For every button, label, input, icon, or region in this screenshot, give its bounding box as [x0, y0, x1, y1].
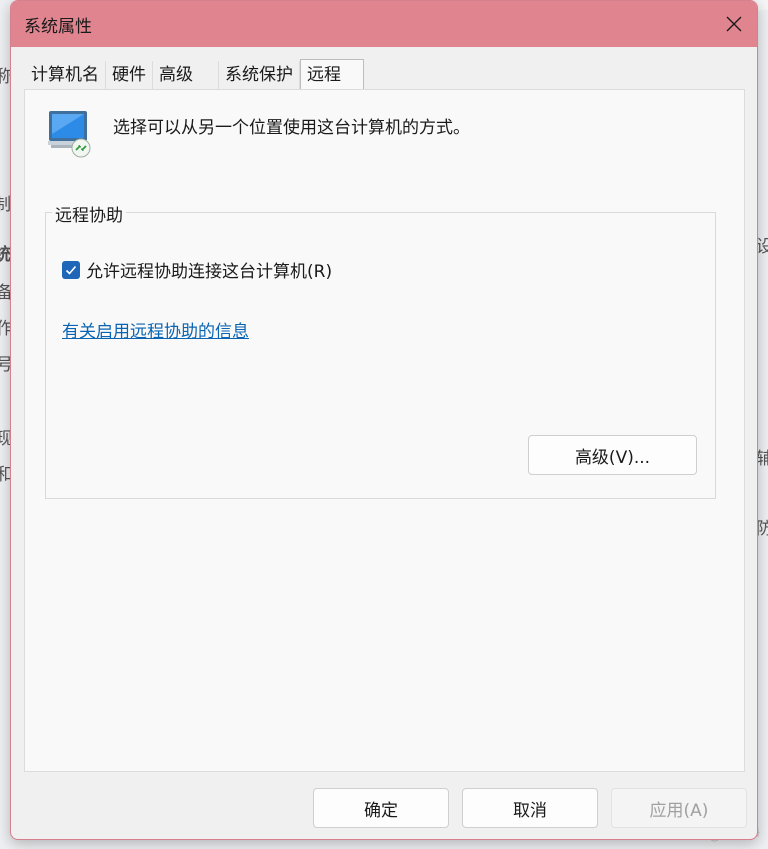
remote-monitor-icon	[48, 111, 91, 158]
apply-button[interactable]: 应用(A)	[611, 788, 747, 828]
checkbox-label: 允许远程协助连接这台计算机(R)	[86, 262, 333, 282]
advanced-button[interactable]: 高级(V)...	[528, 435, 697, 475]
tab-hardware[interactable]: 硬件	[106, 61, 153, 89]
cancel-button[interactable]: 取消	[462, 788, 598, 828]
title-bar[interactable]: 系统属性	[11, 1, 757, 47]
system-properties-dialog: 系统属性 计算机名 硬件 高级 系统保护 远程 选择可以从另一个位置使用这台计算…	[10, 0, 758, 840]
allow-remote-assistance-checkbox[interactable]: 允许远程协助连接这台计算机(R)	[62, 257, 332, 282]
group-title: 远程协助	[52, 201, 126, 226]
tab-advanced[interactable]: 高级	[153, 61, 219, 89]
close-icon	[726, 16, 742, 32]
checkbox-box[interactable]	[62, 260, 80, 279]
remote-assistance-group: 远程协助 允许远程协助连接这台计算机(R) 有关启用远程协助的信息 高级(V).…	[45, 201, 716, 499]
tab-strip: 计算机名 硬件 高级 系统保护 远程	[25, 59, 364, 89]
ok-button[interactable]: 确定	[313, 788, 449, 828]
tab-system-protection[interactable]: 系统保护	[219, 61, 300, 89]
remote-tab-panel: 选择可以从另一个位置使用这台计算机的方式。 远程协助 允许远程协助连接这台计算机…	[24, 89, 745, 772]
remote-assistance-info-link[interactable]: 有关启用远程协助的信息	[62, 317, 249, 342]
window-title: 系统属性	[24, 16, 92, 37]
intro-text: 选择可以从另一个位置使用这台计算机的方式。	[113, 118, 470, 138]
close-button[interactable]	[711, 1, 757, 47]
tab-computer-name[interactable]: 计算机名	[25, 61, 106, 89]
tab-remote[interactable]: 远程	[300, 59, 364, 89]
checkmark-icon	[65, 265, 77, 275]
